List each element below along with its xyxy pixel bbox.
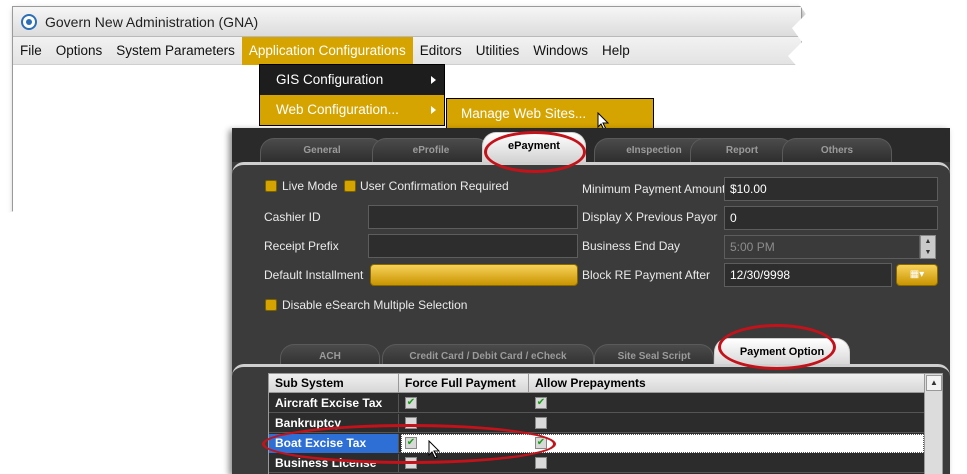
- cashier-id-input[interactable]: [368, 205, 578, 229]
- force-full-checkbox[interactable]: ✔: [405, 437, 417, 449]
- display-prev-payor-input[interactable]: 0: [724, 206, 938, 230]
- grid-header: Sub System Force Full Payment Allow Prep…: [269, 374, 924, 393]
- default-installment-label: Default Installment: [264, 268, 364, 282]
- window-titlebar: Govern New Administration (GNA): [13, 7, 801, 37]
- tab-eprofile[interactable]: eProfile: [372, 138, 490, 162]
- grid-scrollbar[interactable]: ▲: [924, 374, 942, 474]
- block-re-payment-label: Block RE Payment After: [582, 268, 711, 282]
- allow-prepay-checkbox[interactable]: ✔: [535, 397, 547, 409]
- main-tab-strip: General eProfile eInspection Report Othe…: [232, 128, 950, 164]
- col-sub-system[interactable]: Sub System: [269, 374, 399, 393]
- min-payment-input[interactable]: $10.00: [724, 177, 938, 201]
- sub-tab-strip: ACH Credit Card / Debit Card / eCheck Si…: [232, 332, 950, 370]
- menu-system-parameters[interactable]: System Parameters: [109, 37, 242, 65]
- disable-esearch-label: Disable eSearch Multiple Selection: [282, 298, 468, 312]
- allow-prepay-checkbox[interactable]: ✔: [535, 437, 547, 449]
- table-row-selected[interactable]: Boat Excise Tax ✔ ✔: [269, 434, 924, 453]
- receipt-prefix-label: Receipt Prefix: [264, 239, 339, 253]
- col-force-full-payment[interactable]: Force Full Payment: [399, 374, 529, 393]
- table-row[interactable]: Business License: [269, 454, 924, 473]
- configuration-panel: General eProfile eInspection Report Othe…: [232, 128, 950, 474]
- app-config-dropdown: GIS Configuration Web Configuration...: [259, 64, 445, 126]
- menu-application-configurations[interactable]: Application Configurations: [241, 36, 413, 65]
- tab-others[interactable]: Others: [782, 138, 892, 162]
- gis-configuration-label: GIS Configuration: [276, 72, 384, 87]
- live-mode-label: Live Mode: [282, 179, 338, 193]
- table-row[interactable]: Bankruptcy: [269, 414, 924, 433]
- menu-utilities[interactable]: Utilities: [469, 37, 527, 65]
- calendar-dropdown-icon[interactable]: ▦▾: [896, 264, 938, 286]
- mouse-cursor-icon: [428, 440, 441, 459]
- live-mode-checkbox[interactable]: [265, 180, 277, 192]
- disable-esearch-checkbox[interactable]: [265, 299, 277, 311]
- menu-manage-web-sites[interactable]: Manage Web Sites...: [447, 99, 653, 129]
- sub-system-cell: Business License: [269, 454, 399, 473]
- row-selection-strip: [401, 434, 924, 453]
- submenu-arrow-icon: [431, 76, 436, 84]
- menu-options[interactable]: Options: [49, 37, 110, 65]
- menu-editors[interactable]: Editors: [413, 37, 469, 65]
- display-prev-payor-label: Display X Previous Payor: [582, 210, 718, 224]
- table-row[interactable]: Aircraft Excise Tax ✔ ✔: [269, 394, 924, 413]
- col-allow-prepayments[interactable]: Allow Prepayments: [529, 374, 926, 393]
- menu-help[interactable]: Help: [595, 37, 637, 65]
- force-full-checkbox[interactable]: [405, 417, 417, 429]
- menu-windows[interactable]: Windows: [526, 37, 595, 65]
- submenu-arrow-icon: [431, 106, 436, 114]
- min-payment-label: Minimum Payment Amount: [582, 182, 726, 196]
- sub-system-cell: Bankruptcy: [269, 414, 399, 433]
- menu-file[interactable]: File: [13, 37, 49, 65]
- default-installment-dropdown[interactable]: [370, 264, 578, 286]
- app-logo-icon: [21, 13, 37, 30]
- tab-epayment[interactable]: ePayment: [482, 132, 586, 164]
- menu-web-configuration[interactable]: Web Configuration...: [260, 95, 444, 125]
- scroll-up-icon[interactable]: ▲: [926, 375, 942, 391]
- receipt-prefix-input[interactable]: [368, 234, 578, 258]
- epayment-form: Live Mode User Confirmation Required Cas…: [232, 162, 950, 342]
- user-confirmation-label: User Confirmation Required: [360, 179, 509, 193]
- tab-report[interactable]: Report: [690, 138, 794, 162]
- payment-option-grid: Sub System Force Full Payment Allow Prep…: [268, 373, 943, 474]
- force-full-checkbox[interactable]: ✔: [405, 397, 417, 409]
- sub-system-cell: Aircraft Excise Tax: [269, 394, 399, 413]
- allow-prepay-checkbox[interactable]: [535, 417, 547, 429]
- web-config-submenu: Manage Web Sites...: [446, 98, 654, 130]
- sub-system-cell: Boat Excise Tax: [269, 434, 399, 453]
- business-end-day-spinner[interactable]: ▲ ▼: [920, 235, 936, 259]
- user-confirmation-checkbox[interactable]: [344, 180, 356, 192]
- spin-down-icon[interactable]: ▼: [921, 247, 935, 258]
- window-title: Govern New Administration (GNA): [45, 13, 259, 30]
- block-re-payment-input[interactable]: 12/30/9998: [724, 263, 892, 287]
- force-full-checkbox[interactable]: [405, 457, 417, 469]
- business-end-day-label: Business End Day: [582, 239, 681, 253]
- menu-gis-configuration[interactable]: GIS Configuration: [260, 65, 444, 95]
- cashier-id-label: Cashier ID: [264, 210, 321, 224]
- menubar: File Options System Parameters Applicati…: [13, 36, 801, 65]
- web-configuration-label: Web Configuration...: [276, 102, 399, 117]
- allow-prepay-checkbox[interactable]: [535, 457, 547, 469]
- business-end-day-input[interactable]: 5:00 PM: [724, 235, 920, 259]
- spin-up-icon[interactable]: ▲: [921, 236, 935, 247]
- tab-general[interactable]: General: [260, 138, 384, 162]
- payment-option-body: Sub System Force Full Payment Allow Prep…: [232, 364, 950, 474]
